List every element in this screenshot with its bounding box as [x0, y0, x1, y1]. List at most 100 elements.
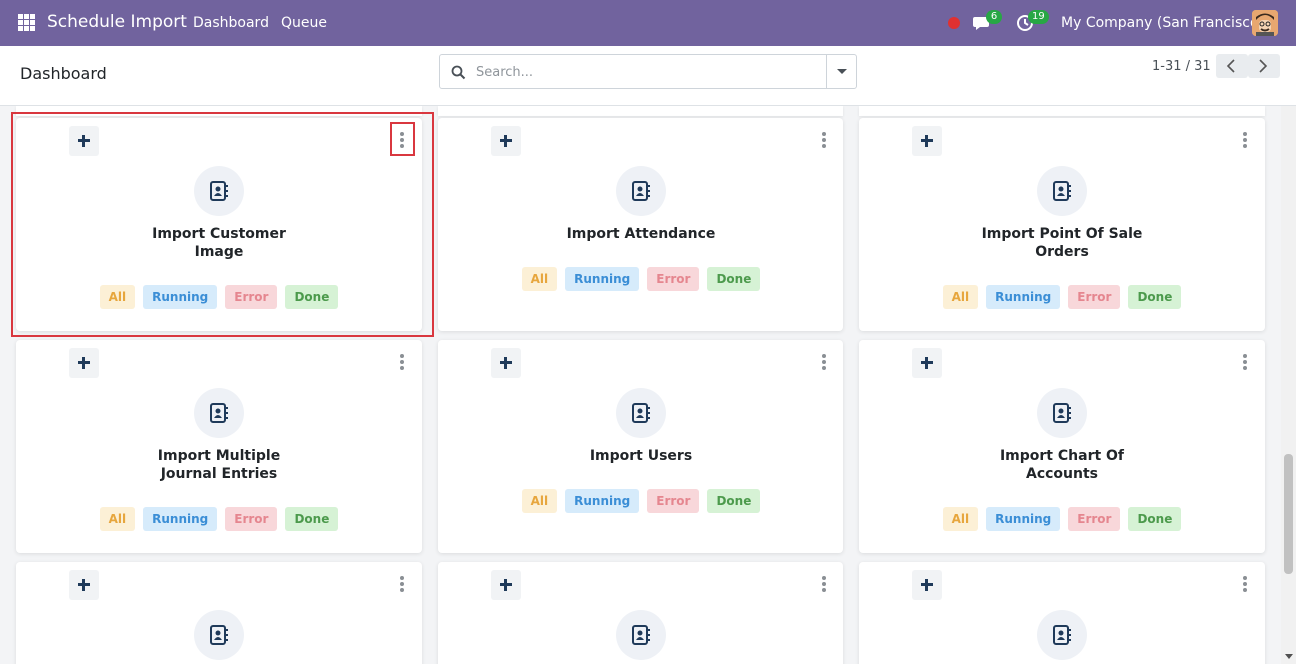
- card-icon-circle: [194, 388, 244, 438]
- filter-error-button[interactable]: Error: [225, 507, 278, 531]
- dashboard-card[interactable]: [859, 562, 1265, 664]
- pager-next-button[interactable]: [1248, 54, 1280, 78]
- page-title: Dashboard: [20, 64, 107, 83]
- filter-done-button[interactable]: Done: [707, 489, 761, 513]
- recording-indicator-icon[interactable]: [948, 17, 960, 29]
- filter-error-button[interactable]: Error: [1068, 285, 1121, 309]
- filter-all-button[interactable]: All: [99, 285, 136, 309]
- status-filters: All Running Error Done: [859, 507, 1265, 531]
- card-icon-circle: [194, 610, 244, 660]
- filter-all-button[interactable]: All: [99, 507, 136, 531]
- more-options-icon[interactable]: [816, 574, 832, 596]
- control-panel: Dashboard 1-31 / 31: [0, 46, 1296, 106]
- filter-error-button[interactable]: Error: [1068, 507, 1121, 531]
- card-title: Import Users: [589, 448, 693, 464]
- activity-count-badge: 19: [1028, 10, 1049, 24]
- dashboard-card[interactable]: [438, 562, 843, 664]
- filter-done-button[interactable]: Done: [285, 285, 339, 309]
- menu-dashboard[interactable]: Dashboard: [193, 15, 269, 31]
- kanban-view: Import Customer Image All Running Error D…: [0, 106, 1296, 664]
- more-options-icon[interactable]: [1237, 352, 1253, 374]
- vertical-scrollbar[interactable]: [1281, 106, 1296, 664]
- dashboard-card[interactable]: Import Customer Image All Running Error D…: [16, 118, 422, 331]
- card-icon-circle: [616, 388, 666, 438]
- card-icon-circle: [616, 166, 666, 216]
- filter-running-button[interactable]: Running: [986, 507, 1061, 531]
- card-title: Import Point Of Sale Orders: [981, 226, 1143, 260]
- apps-menu-icon[interactable]: [18, 14, 35, 31]
- filter-running-button[interactable]: Running: [565, 489, 640, 513]
- search-box[interactable]: [439, 54, 857, 89]
- more-options-icon[interactable]: [1237, 130, 1253, 152]
- scroll-down-arrow-icon[interactable]: [1285, 654, 1293, 659]
- more-options-icon[interactable]: [394, 574, 410, 596]
- pager-previous-button[interactable]: [1216, 54, 1248, 78]
- add-button[interactable]: [69, 570, 99, 600]
- add-button[interactable]: [912, 348, 942, 378]
- more-options-icon[interactable]: [1237, 574, 1253, 596]
- more-options-icon[interactable]: [394, 352, 410, 374]
- card-partial-top: [16, 106, 422, 116]
- company-switcher[interactable]: My Company (San Francisco): [1061, 15, 1264, 31]
- search-input[interactable]: [476, 61, 816, 83]
- chat-count-badge: 6: [986, 10, 1002, 24]
- dashboard-card[interactable]: [16, 562, 422, 664]
- dashboard-card[interactable]: Import Chart Of Accounts All Running Erro…: [859, 340, 1265, 553]
- status-filters: All Running Error Done: [16, 507, 422, 531]
- dashboard-card[interactable]: Import Users All Running Error Done: [438, 340, 843, 553]
- filter-error-button[interactable]: Error: [647, 267, 700, 291]
- contact-book-icon: [1053, 181, 1071, 201]
- more-options-icon[interactable]: [394, 130, 410, 152]
- card-title: Import Multiple Journal Entries: [157, 448, 281, 482]
- filter-all-button[interactable]: All: [942, 507, 979, 531]
- pager-value[interactable]: 1-31 / 31: [1152, 59, 1211, 74]
- card-icon-circle: [1037, 388, 1087, 438]
- contact-book-icon: [632, 625, 650, 645]
- add-button[interactable]: [491, 348, 521, 378]
- card-icon-circle: [1037, 166, 1087, 216]
- filter-done-button[interactable]: Done: [1128, 507, 1182, 531]
- dashboard-card[interactable]: Import Multiple Journal Entries All Runni…: [16, 340, 422, 553]
- filter-all-button[interactable]: All: [942, 285, 979, 309]
- filter-all-button[interactable]: All: [521, 489, 558, 513]
- filter-error-button[interactable]: Error: [647, 489, 700, 513]
- filter-error-button[interactable]: Error: [225, 285, 278, 309]
- card-partial-top: [438, 106, 843, 116]
- add-button[interactable]: [491, 570, 521, 600]
- dashboard-card[interactable]: Import Point Of Sale Orders All Running E…: [859, 118, 1265, 331]
- status-filters: All Running Error Done: [859, 285, 1265, 309]
- menu-queue[interactable]: Queue: [281, 15, 327, 31]
- add-button[interactable]: [491, 126, 521, 156]
- status-filters: All Running Error Done: [438, 489, 844, 513]
- search-options-toggle[interactable]: [826, 55, 856, 88]
- filter-running-button[interactable]: Running: [986, 285, 1061, 309]
- scrollbar-thumb[interactable]: [1284, 454, 1293, 574]
- filter-all-button[interactable]: All: [521, 267, 558, 291]
- chevron-down-icon: [837, 69, 847, 74]
- chevron-left-icon: [1226, 59, 1235, 73]
- card-title: Import Chart Of Accounts: [999, 448, 1125, 482]
- user-avatar[interactable]: [1252, 10, 1278, 36]
- filter-running-button[interactable]: Running: [565, 267, 640, 291]
- filter-done-button[interactable]: Done: [707, 267, 761, 291]
- contact-book-icon: [210, 403, 228, 423]
- chevron-right-icon: [1259, 59, 1268, 73]
- filter-running-button[interactable]: Running: [143, 285, 218, 309]
- filter-running-button[interactable]: Running: [143, 507, 218, 531]
- status-filters: All Running Error Done: [16, 285, 422, 309]
- add-button[interactable]: [912, 570, 942, 600]
- card-title: Import Customer Image: [152, 226, 286, 260]
- top-navbar: Schedule Import Dashboard Queue 6 19 My …: [0, 0, 1296, 46]
- filter-done-button[interactable]: Done: [285, 507, 339, 531]
- card-partial-top: [859, 106, 1265, 116]
- add-button[interactable]: [912, 126, 942, 156]
- contact-book-icon: [210, 625, 228, 645]
- add-button[interactable]: [69, 348, 99, 378]
- card-icon-circle: [1037, 610, 1087, 660]
- add-button[interactable]: [69, 126, 99, 156]
- dashboard-card[interactable]: Import Attendance All Running Error Done: [438, 118, 843, 331]
- filter-done-button[interactable]: Done: [1128, 285, 1182, 309]
- more-options-icon[interactable]: [816, 130, 832, 152]
- more-options-icon[interactable]: [816, 352, 832, 374]
- app-title[interactable]: Schedule Import: [47, 12, 187, 32]
